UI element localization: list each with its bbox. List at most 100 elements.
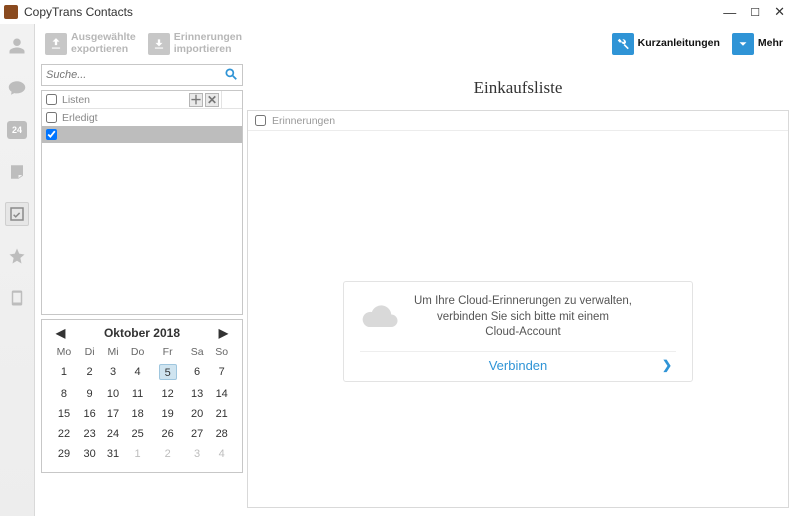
import-icon — [148, 33, 170, 55]
person-icon — [8, 37, 26, 55]
toolbar: Ausgewählteexportieren Erinnerungenimpor… — [35, 24, 795, 60]
calendar-prev-button[interactable]: ◀ — [56, 326, 65, 340]
calendar-day[interactable]: 6 — [185, 360, 210, 384]
calendar-day[interactable]: 15 — [50, 404, 78, 424]
export-line1: Ausgewählte — [71, 31, 136, 43]
guides-button[interactable]: Kurzanleitungen — [608, 31, 724, 57]
import-line1: Erinnerungen — [174, 31, 242, 43]
calendar-weekday: Mo — [50, 344, 78, 360]
nav-contacts[interactable] — [5, 34, 29, 58]
reminders-header-label: Erinnerungen — [272, 115, 335, 127]
lists-header-label: Listen — [60, 94, 189, 106]
calendar-day[interactable]: 2 — [150, 444, 184, 464]
calendar-day[interactable]: 31 — [101, 444, 124, 464]
export-line2: exportieren — [71, 43, 128, 55]
list-item-checkbox[interactable] — [46, 129, 57, 140]
calendar-weekday: Fr — [150, 344, 184, 360]
nav-favorites[interactable] — [5, 244, 29, 268]
titlebar: CopyTrans Contacts — ☐ ✕ — [0, 0, 795, 24]
checkbox-icon — [8, 205, 26, 223]
calendar-icon: 24 — [7, 121, 27, 139]
add-list-button[interactable]: ＋ — [189, 93, 203, 107]
lists-select-all-checkbox[interactable] — [46, 94, 57, 105]
calendar-weekday: Di — [78, 344, 101, 360]
calendar-day[interactable]: 26 — [150, 424, 184, 444]
nav-notes[interactable] — [5, 160, 29, 184]
calendar-day[interactable]: 25 — [125, 424, 151, 444]
cloud-message: Um Ihre Cloud-Erinnerungen zu verwalten,… — [414, 294, 632, 341]
list-item[interactable]: Erledigt — [42, 109, 242, 126]
window-title: CopyTrans Contacts — [24, 5, 133, 19]
calendar-day[interactable]: 23 — [78, 424, 101, 444]
calendar-day[interactable]: 2 — [78, 360, 101, 384]
calendar-day[interactable]: 29 — [50, 444, 78, 464]
calendar-day[interactable]: 1 — [125, 444, 151, 464]
calendar-day[interactable]: 4 — [125, 360, 151, 384]
calendar-day[interactable]: 20 — [185, 404, 210, 424]
calendar-day[interactable]: 10 — [101, 384, 124, 404]
calendar-day[interactable]: 21 — [209, 404, 234, 424]
search-box[interactable] — [41, 64, 243, 86]
reminders-panel: Erinnerungen Um Ihre Cloud-Erinnerungen … — [247, 110, 789, 508]
nav-reminders[interactable] — [5, 202, 29, 226]
calendar-day[interactable]: 18 — [125, 404, 151, 424]
calendar-day[interactable]: 9 — [78, 384, 101, 404]
list-item-checkbox[interactable] — [46, 112, 57, 123]
reminders-select-all-checkbox[interactable] — [255, 115, 266, 126]
calendar-day[interactable]: 22 — [50, 424, 78, 444]
calendar-day[interactable]: 28 — [209, 424, 234, 444]
calendar-day[interactable]: 19 — [150, 404, 184, 424]
window-minimize-button[interactable]: — — [723, 5, 736, 20]
calendar-weekday: So — [209, 344, 234, 360]
calendar-day[interactable]: 8 — [50, 384, 78, 404]
calendar-day[interactable]: 3 — [185, 444, 210, 464]
window-maximize-button[interactable]: ☐ — [750, 6, 760, 19]
export-selected-button[interactable]: Ausgewählteexportieren — [41, 30, 140, 57]
calendar-day[interactable]: 16 — [78, 404, 101, 424]
calendar-day[interactable]: 30 — [78, 444, 101, 464]
cloud-connect-button[interactable]: Verbinden ❯ — [360, 351, 676, 373]
cloud-connect-label: Verbinden — [489, 358, 548, 373]
calendar-day[interactable]: 12 — [150, 384, 184, 404]
delete-list-button[interactable]: ✕ — [205, 93, 219, 107]
calendar-day[interactable]: 5 — [150, 360, 184, 384]
calendar-day[interactable]: 4 — [209, 444, 234, 464]
calendar-day[interactable]: 14 — [209, 384, 234, 404]
nav-sidebar: 24 — [0, 24, 35, 516]
calendar-day[interactable]: 1 — [50, 360, 78, 384]
chevron-right-icon: ❯ — [662, 358, 672, 372]
search-input[interactable] — [46, 69, 224, 81]
chevron-down-icon — [732, 33, 754, 55]
cloud-icon — [360, 303, 400, 331]
calendar-day[interactable]: 11 — [125, 384, 151, 404]
star-icon — [8, 247, 26, 265]
window-close-button[interactable]: ✕ — [774, 4, 785, 20]
list-item[interactable] — [42, 126, 242, 143]
calendar-weekday: Sa — [185, 344, 210, 360]
calendar-grid: MoDiMiDoFrSaSo 1234567891011121314151617… — [50, 344, 234, 464]
import-reminders-button[interactable]: Erinnerungenimportieren — [144, 30, 246, 57]
page-title: Einkaufsliste — [247, 64, 789, 110]
note-icon — [8, 163, 26, 181]
calendar-day[interactable]: 3 — [101, 360, 124, 384]
search-icon[interactable] — [224, 67, 238, 84]
calendar-day[interactable]: 17 — [101, 404, 124, 424]
export-icon — [45, 33, 67, 55]
calendar-day[interactable]: 24 — [101, 424, 124, 444]
calendar-day[interactable]: 7 — [209, 360, 234, 384]
nav-calendar[interactable]: 24 — [5, 118, 29, 142]
nav-messages[interactable] — [5, 76, 29, 100]
calendar-day[interactable]: 13 — [185, 384, 210, 404]
app-icon — [4, 5, 18, 19]
calendar-next-button[interactable]: ▶ — [219, 326, 228, 340]
more-button[interactable]: Mehr — [728, 31, 787, 57]
import-line2: importieren — [174, 43, 232, 55]
list-item-label: Erledigt — [60, 112, 242, 124]
more-label: Mehr — [758, 38, 783, 50]
nav-devices[interactable] — [5, 286, 29, 310]
lists-panel: Listen ＋ ✕ Erledigt — [41, 90, 243, 315]
calendar-title: Oktober 2018 — [104, 326, 180, 340]
calendar-day[interactable]: 27 — [185, 424, 210, 444]
calendar-weekday: Mi — [101, 344, 124, 360]
phone-icon — [8, 289, 26, 307]
